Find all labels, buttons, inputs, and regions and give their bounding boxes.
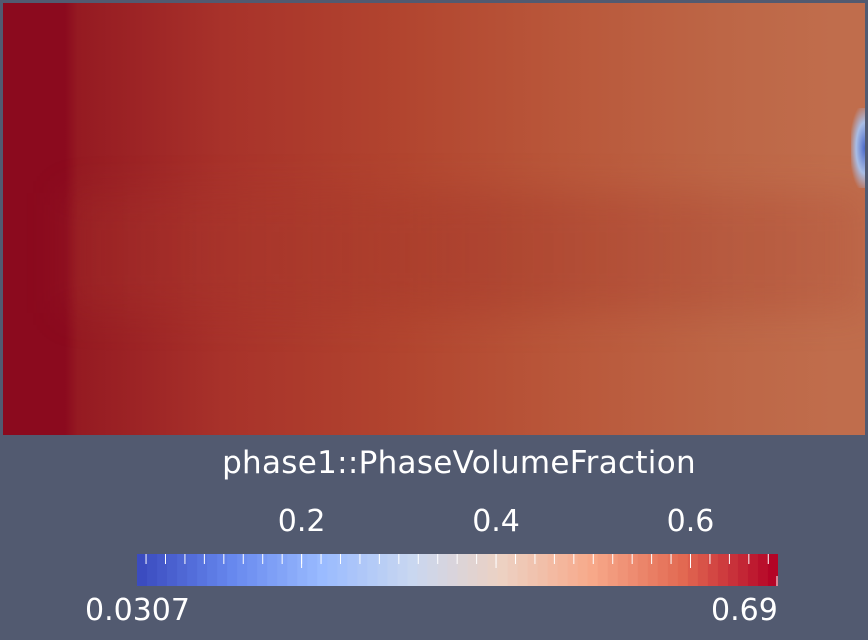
colorbar-segment <box>357 554 368 586</box>
colorbar-segment <box>687 554 699 586</box>
colorbar-segment <box>297 554 308 586</box>
colorbar-segment <box>627 554 639 586</box>
colorbar-segment <box>347 554 358 586</box>
colorbar-tick-label-0.6: 0.6 <box>666 504 715 539</box>
colorbar-segment <box>187 554 198 586</box>
low-fraction-region <box>851 108 865 188</box>
colorbar-segment <box>487 554 499 586</box>
colorbar-segment <box>267 554 278 586</box>
colorbar-segment <box>747 554 759 586</box>
colorbar-segment <box>617 554 629 586</box>
colorbar-segment <box>697 554 709 586</box>
colorbar-segment <box>767 554 778 586</box>
colorbar-segment <box>537 554 549 586</box>
colorbar-segment <box>157 554 168 586</box>
colorbar-segment <box>337 554 348 586</box>
colorbar-segment <box>567 554 579 586</box>
colorbar-segment <box>177 554 188 586</box>
colorbar-segment <box>387 554 399 586</box>
colorbar-segment <box>667 554 679 586</box>
colorbar-segment <box>317 554 328 586</box>
colorbar-segment <box>237 554 248 586</box>
colorbar-segment <box>247 554 258 586</box>
colorbar-segment <box>147 554 158 586</box>
colorbar-segment <box>757 554 769 586</box>
colorbar-segment <box>497 554 509 586</box>
colorbar-title: phase1::PhaseVolumeFraction <box>222 445 696 481</box>
colorbar-tick-label-0.2: 0.2 <box>277 504 326 539</box>
colorbar-segment <box>437 554 449 586</box>
colorbar-segment <box>217 554 228 586</box>
colorbar-segment <box>227 554 238 586</box>
colorbar-segment <box>207 554 218 586</box>
colorbar-segment <box>407 554 419 586</box>
colorbar-segment <box>327 554 338 586</box>
volume-fraction-plot[interactable] <box>3 3 865 435</box>
colorbar-segment <box>637 554 649 586</box>
colorbar-segment <box>367 554 378 586</box>
colorbar-segment <box>597 554 609 586</box>
colorbar-segment <box>307 554 318 586</box>
colorbar-segment <box>447 554 459 586</box>
colorbar-segment <box>657 554 669 586</box>
colorbar-segment <box>717 554 729 586</box>
field-band <box>63 193 865 313</box>
colorbar-segment <box>527 554 539 586</box>
colorbar-segment <box>477 554 489 586</box>
colorbar-segment <box>507 554 519 586</box>
colorbar-segment <box>287 554 298 586</box>
colorbar-min-label: 0.0307 <box>85 593 190 628</box>
colorbar-segment <box>547 554 559 586</box>
colorbar-segment <box>167 554 178 586</box>
colorbar-segment <box>427 554 439 586</box>
render-viewport[interactable]: phase1::PhaseVolumeFraction 0.2 0.4 0.6 … <box>0 0 868 640</box>
colorbar-segment <box>677 554 689 586</box>
colorbar-max-label: 0.69 <box>711 593 778 628</box>
colorbar-segment <box>197 554 208 586</box>
colorbar-segment <box>737 554 749 586</box>
colorbar-segment <box>647 554 659 586</box>
colorbar-segment <box>577 554 589 586</box>
colorbar-tick-label-0.4: 0.4 <box>472 504 520 539</box>
colorbar-segment <box>517 554 529 586</box>
colorbar-segment <box>417 554 429 586</box>
colorbar <box>137 554 778 586</box>
colorbar-segment <box>457 554 469 586</box>
colorbar-segment <box>557 554 569 586</box>
